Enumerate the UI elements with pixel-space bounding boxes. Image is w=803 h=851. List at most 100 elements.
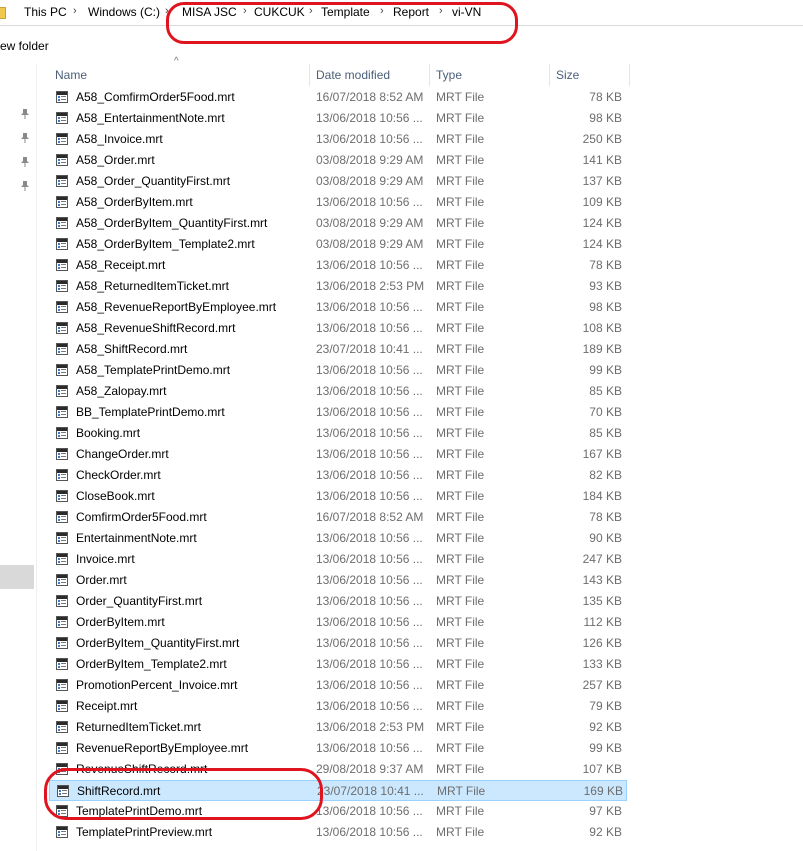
file-row[interactable]: EntertainmentNote.mrt 13/06/2018 10:56 ..… (49, 528, 627, 549)
file-row[interactable]: Invoice.mrt 13/06/2018 10:56 ... MRT File 2… (49, 549, 627, 570)
file-row[interactable]: Order_QuantityFirst.mrt 13/06/2018 10:56 … (49, 591, 627, 612)
mrt-file-icon (56, 364, 68, 376)
file-row[interactable]: ReturnedItemTicket.mrt 13/06/2018 2:53 PM… (49, 717, 627, 738)
file-row[interactable]: A58_Order_QuantityFirst.mrt 03/08/2018 9:… (49, 171, 627, 192)
breadcrumb-windows-c[interactable]: Windows (C:) (88, 5, 160, 19)
file-row[interactable]: PromotionPercent_Invoice.mrt 13/06/2018 1… (49, 675, 627, 696)
pin-icon[interactable] (20, 132, 30, 144)
file-name: A58_EntertainmentNote.mrt (76, 111, 225, 125)
file-name: A58_ShiftRecord.mrt (76, 342, 188, 356)
file-row[interactable]: A58_Receipt.mrt 13/06/2018 10:56 ... MRT F… (49, 255, 627, 276)
file-size: 167 KB (582, 447, 622, 461)
column-header-type[interactable]: Type (430, 64, 550, 86)
mrt-file-icon (56, 532, 68, 544)
file-row[interactable]: A58_OrderByItem.mrt 13/06/2018 10:56 ... M… (49, 192, 627, 213)
file-type: MRT File (436, 657, 485, 671)
mrt-file-icon (56, 490, 68, 502)
file-row[interactable]: A58_Order.mrt 03/08/2018 9:29 AM MRT File 1… (49, 150, 627, 171)
file-type: MRT File (436, 447, 485, 461)
file-row[interactable]: A58_EntertainmentNote.mrt 13/06/2018 10:5… (49, 108, 627, 129)
file-name: CloseBook.mrt (76, 489, 155, 503)
file-row[interactable]: OrderByItem_QuantityFirst.mrt 13/06/2018 … (49, 633, 627, 654)
file-size: 250 KB (582, 132, 622, 146)
file-row[interactable]: OrderByItem.mrt 13/06/2018 10:56 ... MRT F… (49, 612, 627, 633)
file-row[interactable]: A58_RevenueShiftRecord.mrt 13/06/2018 10:… (49, 318, 627, 339)
file-type: MRT File (436, 321, 485, 335)
file-row[interactable]: A58_Invoice.mrt 13/06/2018 10:56 ... MRT F… (49, 129, 627, 150)
file-size: 99 KB (589, 741, 622, 755)
file-type: MRT File (436, 90, 485, 104)
file-row[interactable]: A58_Zalopay.mrt 13/06/2018 10:56 ... MRT F… (49, 381, 627, 402)
annotation-breadcrumb-highlight (166, 2, 518, 44)
file-type: MRT File (436, 531, 485, 545)
pin-icon[interactable] (20, 108, 30, 120)
file-size: 78 KB (589, 510, 622, 524)
file-size: 97 KB (589, 804, 622, 818)
file-type: MRT File (436, 762, 485, 776)
file-row[interactable]: TemplatePrintPreview.mrt 13/06/2018 10:56… (49, 822, 627, 843)
mrt-file-icon (56, 721, 68, 733)
pane-divider[interactable] (36, 64, 37, 851)
file-name: ReturnedItemTicket.mrt (76, 720, 201, 734)
file-row[interactable]: A58_ShiftRecord.mrt 23/07/2018 10:41 ... M… (49, 339, 627, 360)
column-header-name[interactable]: Name (49, 64, 310, 86)
file-date-modified: 13/06/2018 10:56 ... (316, 258, 423, 272)
file-date-modified: 13/06/2018 10:56 ... (316, 384, 423, 398)
file-date-modified: 13/06/2018 10:56 ... (316, 363, 423, 377)
column-header-date[interactable]: Date modified (310, 64, 430, 86)
nav-item-selected[interactable] (0, 565, 34, 589)
pin-icon[interactable] (20, 156, 30, 168)
mrt-file-icon (56, 574, 68, 586)
file-row[interactable]: A58_ReturnedItemTicket.mrt 13/06/2018 2:5… (49, 276, 627, 297)
file-type: MRT File (436, 699, 485, 713)
file-type: MRT File (436, 594, 485, 608)
folder-icon (0, 7, 6, 19)
file-date-modified: 13/06/2018 10:56 ... (316, 636, 423, 650)
file-date-modified: 13/06/2018 10:56 ... (316, 489, 423, 503)
file-type: MRT File (436, 405, 485, 419)
file-row[interactable]: Receipt.mrt 13/06/2018 10:56 ... MRT File 7… (49, 696, 627, 717)
breadcrumb-this-pc[interactable]: This PC (24, 5, 67, 19)
file-size: 70 KB (589, 405, 622, 419)
mrt-file-icon (56, 553, 68, 565)
file-size: 78 KB (589, 258, 622, 272)
file-row[interactable]: Order.mrt 13/06/2018 10:56 ... MRT File 143… (49, 570, 627, 591)
file-name: Invoice.mrt (76, 552, 135, 566)
file-date-modified: 13/06/2018 10:56 ... (316, 699, 423, 713)
file-size: 79 KB (589, 699, 622, 713)
file-row[interactable]: OrderByItem_Template2.mrt 13/06/2018 10:5… (49, 654, 627, 675)
file-row[interactable]: CheckOrder.mrt 13/06/2018 10:56 ... MRT Fi… (49, 465, 627, 486)
file-row[interactable]: A58_RevenueReportByEmployee.mrt 13/06/201… (49, 297, 627, 318)
file-row[interactable]: CloseBook.mrt 13/06/2018 10:56 ... MRT Fil… (49, 486, 627, 507)
mrt-file-icon (56, 511, 68, 523)
file-row[interactable]: A58_ComfirmOrder5Food.mrt 16/07/2018 8:52… (49, 87, 627, 108)
file-size: 109 KB (582, 195, 622, 209)
file-date-modified: 13/06/2018 10:56 ... (316, 594, 423, 608)
navigation-pane (0, 64, 34, 851)
file-list: A58_ComfirmOrder5Food.mrt 16/07/2018 8:52… (49, 87, 630, 843)
file-row[interactable]: A58_OrderByItem_QuantityFirst.mrt 03/08/2… (49, 213, 627, 234)
file-type: MRT File (436, 132, 485, 146)
mrt-file-icon (56, 826, 68, 838)
file-row[interactable]: BB_TemplatePrintDemo.mrt 13/06/2018 10:56… (49, 402, 627, 423)
file-date-modified: 13/06/2018 10:56 ... (316, 573, 423, 587)
mrt-file-icon (56, 91, 68, 103)
chevron-right-icon[interactable]: › (73, 5, 77, 17)
file-row[interactable]: RevenueReportByEmployee.mrt 13/06/2018 10… (49, 738, 627, 759)
file-name: A58_ComfirmOrder5Food.mrt (76, 90, 235, 104)
mrt-file-icon (56, 637, 68, 649)
file-row[interactable]: ComfirmOrder5Food.mrt 16/07/2018 8:52 AM M… (49, 507, 627, 528)
file-row[interactable]: ChangeOrder.mrt 13/06/2018 10:56 ... MRT F… (49, 444, 627, 465)
file-type: MRT File (436, 804, 485, 818)
file-type: MRT File (436, 279, 485, 293)
file-row[interactable]: Booking.mrt 13/06/2018 10:56 ... MRT File 8… (49, 423, 627, 444)
file-row[interactable]: A58_TemplatePrintDemo.mrt 13/06/2018 10:5… (49, 360, 627, 381)
file-date-modified: 13/06/2018 10:56 ... (316, 321, 423, 335)
column-header-size[interactable]: Size (550, 64, 630, 86)
new-folder-button[interactable]: ew folder (0, 39, 49, 53)
pin-icon[interactable] (20, 180, 30, 192)
file-row[interactable]: A58_OrderByItem_Template2.mrt 03/08/2018 … (49, 234, 627, 255)
file-name: A58_TemplatePrintDemo.mrt (76, 363, 231, 377)
mrt-file-icon (56, 427, 68, 439)
file-size: 107 KB (582, 762, 622, 776)
